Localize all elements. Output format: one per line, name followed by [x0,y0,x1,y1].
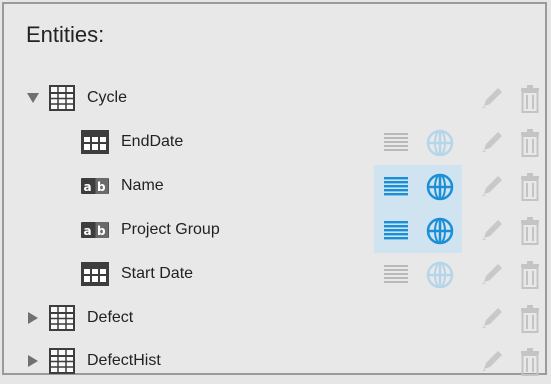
tree-row-defecthist[interactable]: DefectHist [4,340,545,384]
trash-icon[interactable] [508,340,551,384]
svg-text:a: a [84,180,92,194]
entity-label: Project Group [121,221,220,238]
list-lines-icon[interactable] [374,121,418,165]
pencil-icon[interactable] [469,253,513,297]
trash-icon[interactable] [508,77,551,121]
triangle-down-icon[interactable] [26,91,40,105]
globe-icon[interactable] [418,253,462,297]
tree-row-defect[interactable]: Defect [4,297,545,341]
trash-icon[interactable] [508,165,551,209]
triangle-right-icon[interactable] [26,311,40,325]
tree-row-enddate[interactable]: EndDate [4,121,545,165]
panel-title: Entities: [26,22,105,47]
list-lines-icon[interactable] [374,165,418,209]
svg-text:b: b [97,224,106,238]
pencil-icon[interactable] [469,340,513,384]
text-field-ab-icon: a b [80,172,110,200]
svg-text:a: a [84,224,92,238]
table-grid-icon [47,304,77,332]
tree-row-name[interactable]: a b Name [4,165,545,209]
pencil-icon[interactable] [469,121,513,165]
calendar-field-icon [80,128,110,156]
calendar-field-icon [80,260,110,288]
table-grid-icon [47,347,77,375]
entities-panel: Entities: Cycle EndDate a b Name a b Pro… [2,2,547,376]
entity-label: Defect [87,309,134,326]
trash-icon[interactable] [508,209,551,253]
trash-icon[interactable] [508,253,551,297]
list-lines-icon[interactable] [374,209,418,253]
entity-label: Cycle [87,89,128,106]
triangle-right-icon[interactable] [26,354,40,368]
entity-label: Start Date [121,265,194,282]
list-lines-icon[interactable] [374,253,418,297]
pencil-icon[interactable] [469,209,513,253]
table-grid-icon [47,84,77,112]
svg-text:b: b [97,180,106,194]
entity-label: Name [121,177,164,194]
entity-label: DefectHist [87,352,161,369]
trash-icon[interactable] [508,121,551,165]
pencil-icon[interactable] [469,165,513,209]
globe-icon[interactable] [418,209,462,253]
tree-row-start-date[interactable]: Start Date [4,253,545,297]
trash-icon[interactable] [508,297,551,341]
tree-row-cycle[interactable]: Cycle [4,77,545,121]
text-field-ab-icon: a b [80,216,110,244]
globe-icon[interactable] [418,165,462,209]
globe-icon[interactable] [418,121,462,165]
tree-row-project-group[interactable]: a b Project Group [4,209,545,253]
pencil-icon[interactable] [469,77,513,121]
entity-label: EndDate [121,133,184,150]
pencil-icon[interactable] [469,297,513,341]
